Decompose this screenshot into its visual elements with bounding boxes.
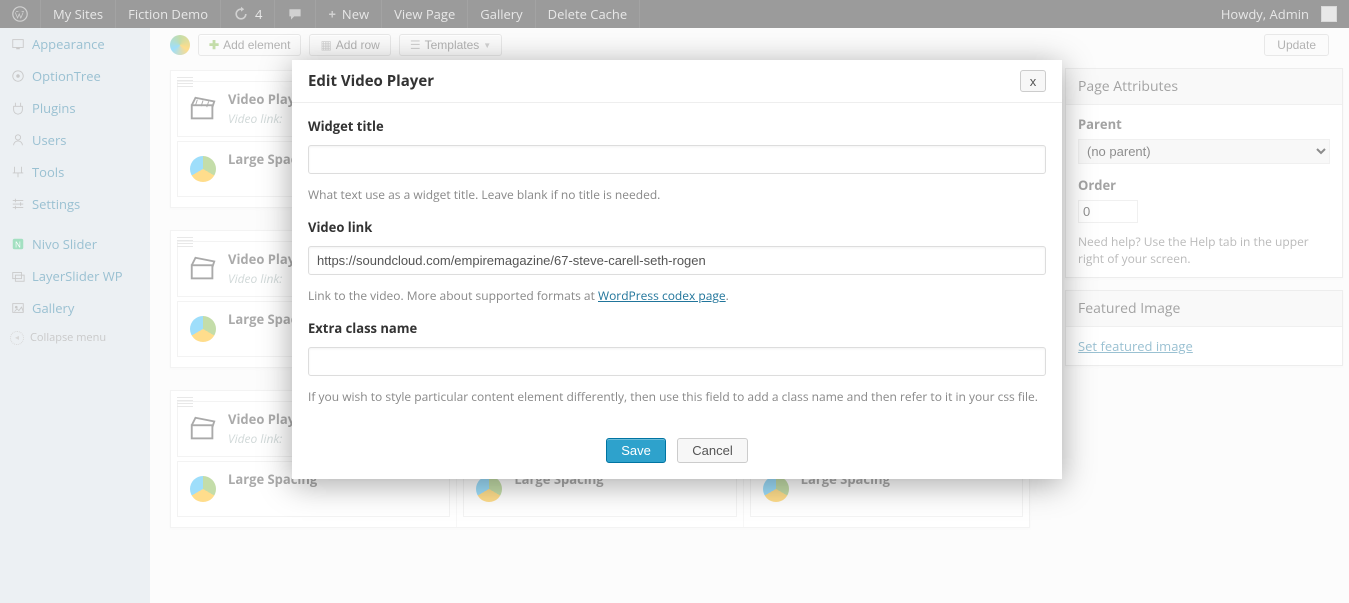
widget-title-label: Widget title [308, 117, 1046, 135]
close-button[interactable]: x [1020, 70, 1046, 92]
widget-title-input[interactable] [308, 145, 1046, 174]
save-button[interactable]: Save [606, 438, 666, 463]
extra-class-label: Extra class name [308, 319, 1046, 337]
modal-title: Edit Video Player [308, 71, 434, 91]
video-link-label: Video link [308, 218, 1046, 236]
edit-video-modal: Edit Video Player x Widget title What te… [292, 60, 1062, 479]
video-link-input[interactable] [308, 246, 1046, 275]
extra-class-input[interactable] [308, 347, 1046, 376]
video-link-desc: Link to the video. More about supported … [308, 287, 1046, 305]
extra-class-desc: If you wish to style particular content … [308, 388, 1046, 406]
codex-link[interactable]: WordPress codex page [598, 287, 726, 304]
cancel-button[interactable]: Cancel [677, 438, 747, 463]
widget-title-desc: What text use as a widget title. Leave b… [308, 186, 1046, 204]
